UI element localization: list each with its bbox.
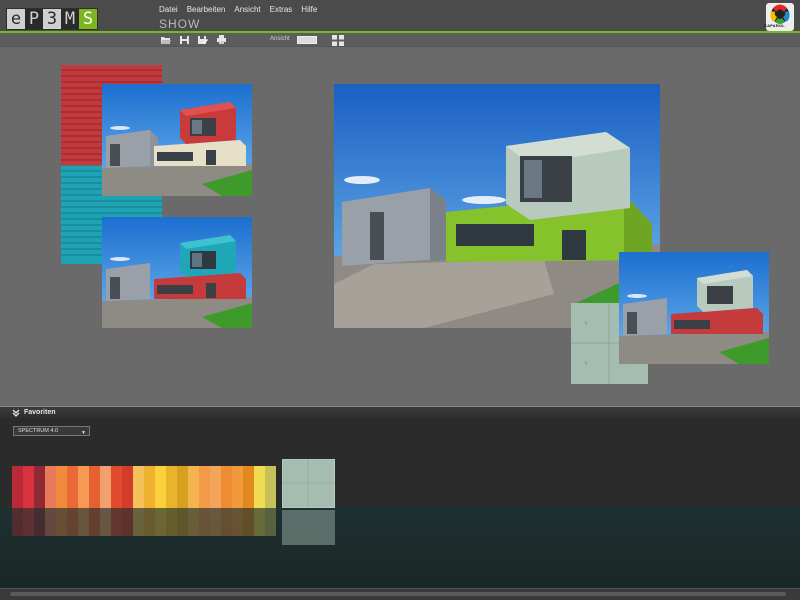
color-swatch[interactable]	[243, 466, 254, 508]
app-logo: e P 3 M S	[6, 8, 98, 30]
menu-item-datei[interactable]: Datei	[159, 5, 178, 14]
logo-letter: 3	[43, 9, 61, 29]
color-swatch-reflection-cell	[34, 508, 45, 536]
color-swatch-reflection-cell	[144, 508, 155, 536]
color-swatch[interactable]	[232, 466, 243, 508]
concrete-favorite-swatch[interactable]	[282, 459, 335, 508]
favorites-header[interactable]: Favoriten	[0, 406, 800, 420]
favorites-title: Favoriten	[24, 409, 56, 416]
color-swatch[interactable]	[12, 466, 23, 508]
logo-letter: S	[79, 9, 97, 29]
color-swatch-reflection-cell	[78, 508, 89, 536]
logo-letter: M	[61, 9, 79, 29]
color-swatch[interactable]	[45, 466, 56, 508]
color-swatch[interactable]	[133, 466, 144, 508]
color-swatch[interactable]	[23, 466, 34, 508]
color-swatch[interactable]	[34, 466, 45, 508]
color-swatch-reflection-cell	[166, 508, 177, 536]
color-swatch-reflection-cell	[100, 508, 111, 536]
menu-item-hilfe[interactable]: Hilfe	[301, 5, 317, 14]
brand-label: CAPAROL	[764, 23, 785, 28]
print-icon[interactable]	[216, 35, 227, 45]
color-swatch-reflection-cell	[89, 508, 100, 536]
building-photo-concrete-variant[interactable]	[619, 252, 769, 364]
collection-selected: SPECTRUM 4.0	[18, 428, 59, 434]
color-swatch[interactable]	[254, 466, 265, 508]
chevron-down-icon: ▼	[81, 430, 86, 436]
logo-letter: e	[7, 9, 25, 29]
color-swatch[interactable]	[199, 466, 210, 508]
menu-item-bearbeiten[interactable]: Bearbeiten	[187, 5, 226, 14]
color-swatch-reflection-cell	[254, 508, 265, 536]
color-swatch[interactable]	[122, 466, 133, 508]
color-swatch-reflection-cell	[188, 508, 199, 536]
color-swatch-reflection-cell	[155, 508, 166, 536]
color-swatch-reflection-cell	[221, 508, 232, 536]
color-swatch-reflection-cell	[56, 508, 67, 536]
app-header: e P 3 M S Datei Bearbeiten Ansicht Extra…	[0, 0, 800, 32]
color-swatch-reflection-cell	[12, 508, 23, 536]
color-swatch-reflection	[12, 508, 276, 536]
menu-bar: Datei Bearbeiten Ansicht Extras Hilfe	[159, 5, 326, 14]
color-swatch-row	[12, 466, 276, 508]
view-label: Ansicht	[270, 36, 290, 42]
color-swatch-reflection-cell	[111, 508, 122, 536]
save-icon[interactable]	[179, 35, 190, 45]
color-swatch-reflection-cell	[232, 508, 243, 536]
color-swatch[interactable]	[188, 466, 199, 508]
grid-view-icon[interactable]	[332, 35, 344, 46]
collapse-chevron-icon[interactable]	[12, 409, 20, 417]
color-swatch-reflection-cell	[243, 508, 254, 536]
color-swatch-reflection-cell	[265, 508, 276, 536]
toolbar: Ansicht	[0, 33, 800, 47]
color-swatch-reflection-cell	[122, 508, 133, 536]
color-swatch[interactable]	[144, 466, 155, 508]
color-swatch-reflection-cell	[23, 508, 34, 536]
color-swatch-reflection-cell	[67, 508, 78, 536]
color-swatch[interactable]	[155, 466, 166, 508]
color-swatch[interactable]	[78, 466, 89, 508]
open-folder-icon[interactable]	[160, 35, 171, 45]
color-swatch[interactable]	[111, 466, 122, 508]
color-swatch[interactable]	[67, 466, 78, 508]
menu-item-extras[interactable]: Extras	[270, 5, 293, 14]
building-photo-teal-variant[interactable]	[102, 217, 252, 328]
mode-title: SHOW	[159, 17, 201, 31]
color-swatch[interactable]	[56, 466, 67, 508]
save-as-icon[interactable]	[197, 35, 208, 45]
color-swatch[interactable]	[100, 466, 111, 508]
menu-item-ansicht[interactable]: Ansicht	[234, 5, 260, 14]
color-swatch[interactable]	[166, 466, 177, 508]
color-swatch-reflection-cell	[199, 508, 210, 536]
color-swatch[interactable]	[221, 466, 232, 508]
logo-letter: P	[25, 9, 43, 29]
color-swatch-reflection-cell	[210, 508, 221, 536]
color-swatch-reflection-cell	[177, 508, 188, 536]
color-swatch-reflection-cell	[133, 508, 144, 536]
color-swatch[interactable]	[89, 466, 100, 508]
building-photo-main[interactable]	[334, 84, 660, 328]
color-swatch[interactable]	[210, 466, 221, 508]
color-swatch-reflection-cell	[45, 508, 56, 536]
color-swatch[interactable]	[265, 466, 276, 508]
scrollbar-thumb[interactable]	[10, 592, 786, 596]
filmstrip-view-icon[interactable]	[297, 36, 317, 44]
collection-dropdown[interactable]: SPECTRUM 4.0 ▼	[13, 426, 90, 436]
concrete-swatch-reflection	[282, 510, 335, 545]
building-photo-red-variant[interactable]	[102, 84, 252, 196]
color-swatch[interactable]	[177, 466, 188, 508]
